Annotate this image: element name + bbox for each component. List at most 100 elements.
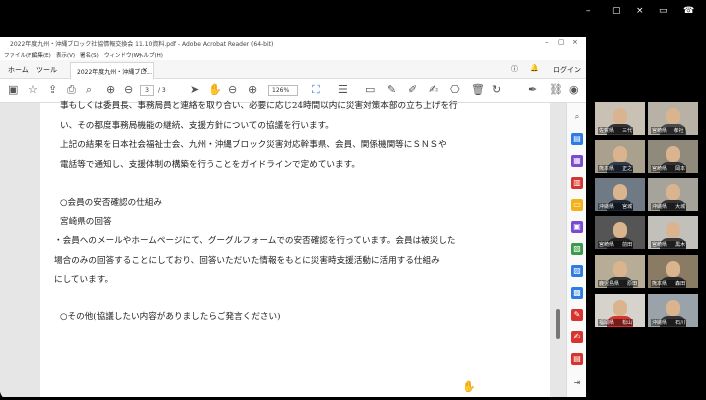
export-pdf-icon[interactable]: ▥ [571, 177, 583, 189]
participant-name: 鹿児島県 原田 [598, 280, 639, 287]
hand-cursor-icon: ✋ [462, 380, 476, 393]
doc-line: 宮崎県の回答 [60, 217, 112, 227]
tab-bar: ホーム ツール 2022年度九州・沖縄ブロ... × ⓘ 🔔 ログイン [0, 60, 586, 79]
participants-gallery: 佐賀県 三代 宮崎県 孝社 熊本県 正之 宮崎県 岡本 沖縄県 宮城 沖縄県 大… [590, 100, 706, 336]
account-icon[interactable]: ◉ [569, 84, 579, 96]
window-maximize-icon[interactable]: ▢ [558, 38, 565, 46]
close-icon[interactable]: × [636, 6, 644, 16]
participant-tile[interactable]: 宮崎県 孝社 [648, 102, 698, 135]
menu-help[interactable]: ヘルプ(H) [138, 51, 163, 59]
participant-tile[interactable]: 沖縄県 宮城 [595, 178, 645, 211]
save-icon[interactable]: ▣ [8, 84, 18, 96]
phone-icon[interactable]: ☎ [683, 6, 694, 16]
request-sign-icon[interactable]: ✍ [571, 331, 583, 343]
restore-icon[interactable]: ▢ [612, 6, 621, 16]
participant-tile[interactable]: 佐賀県 三代 [595, 102, 645, 135]
menu-bar: ファイル(F) 編集(E) 表示(V) 署名(S) ウィンドウ(W) ヘルプ(H… [0, 49, 586, 60]
participant-name: 沖縄県 大城 [651, 203, 687, 210]
hand-tool-icon[interactable]: ✋ [208, 84, 222, 96]
pdf-page: 事もしくは委員長、事務局員と連絡を取り合い、必要に応じ24時間以内に災害対策本部… [40, 101, 550, 397]
vertical-scrollbar[interactable] [554, 103, 562, 397]
bell-icon[interactable]: 🔔 [530, 64, 539, 72]
participant-tile[interactable]: 沖縄県 石川 [648, 294, 698, 327]
title-bar: 2022年度九州・沖縄ブロック社協情報交換会 11.10資料.pdf - Ado… [0, 37, 586, 49]
participant-name: 宮崎県 黒木 [651, 241, 687, 248]
fit-page-icon[interactable]: ⛶ [312, 84, 320, 96]
share-link-icon[interactable]: ⛓ [549, 84, 563, 96]
doc-line: ○会員の安否確認の仕組み [60, 198, 163, 208]
participant-video [666, 146, 680, 162]
participant-video [613, 222, 627, 238]
comment-tool-icon[interactable]: ▭ [571, 199, 583, 211]
participant-video [613, 108, 627, 124]
help-icon[interactable]: ⓘ [511, 64, 518, 74]
participant-name: 熊本県 正之 [598, 165, 634, 172]
participant-tile[interactable]: 福岡県 松山 [595, 294, 645, 327]
search-icon[interactable]: ⌕ [86, 84, 92, 96]
fill-sign-tool-icon[interactable]: ✎ [571, 309, 583, 321]
tab-tools[interactable]: ツール [36, 65, 57, 75]
participant-tile[interactable]: 宮崎県 黒木 [648, 216, 698, 249]
comment-icon[interactable]: ▭ [365, 84, 375, 96]
bookmark-icon[interactable]: ☆ [28, 84, 38, 96]
participant-name: 宮崎県 前田 [598, 241, 634, 248]
page-down-icon[interactable]: ⊖ [124, 84, 133, 96]
participant-tile[interactable]: 宮崎県 岡本 [648, 140, 698, 173]
participant-tile[interactable]: 鹿児島県 原田 [595, 255, 645, 288]
page-number-input[interactable]: 3 [140, 85, 154, 96]
create-pdf-icon[interactable]: ▤ [571, 133, 583, 145]
edit-pdf-icon[interactable]: ▧ [571, 243, 583, 255]
collapse-pane-icon[interactable]: ⇥ [571, 377, 583, 389]
participant-tile[interactable]: 熊本県 森田 [648, 255, 698, 288]
zoom-out-icon[interactable]: ⊖ [228, 84, 237, 96]
menu-window[interactable]: ウィンドウ(W) [104, 51, 141, 59]
menu-view[interactable]: 表示(V) [56, 51, 75, 59]
login-button[interactable]: ログイン [553, 65, 581, 75]
pen-icon[interactable]: ✎ [387, 84, 396, 96]
participant-name: 宮崎県 岡本 [651, 165, 687, 172]
highlight-icon[interactable]: ✐ [408, 84, 417, 96]
doc-line: にしています。 [54, 275, 114, 285]
menu-edit[interactable]: 編集(E) [32, 51, 51, 59]
zoom-in-icon[interactable]: ⊕ [248, 84, 257, 96]
screen: – ▢ × ▭ ☎ 2022年度九州・沖縄ブロック社協情報交換会 11.10資料… [0, 0, 706, 400]
scan-icon[interactable]: ▨ [571, 265, 583, 277]
tab-document-label: 2022年度九州・沖縄ブロ... [77, 69, 152, 76]
stamp-icon[interactable]: ⎔ [450, 84, 460, 96]
meeting-overlay-controls: – ▢ × ▭ ☎ [586, 6, 706, 20]
protect-icon[interactable]: ▩ [571, 287, 583, 299]
rotate-icon[interactable]: ↻ [492, 84, 501, 96]
page-up-icon[interactable]: ⊕ [106, 84, 115, 96]
doc-line: 事もしくは委員長、事務局員と連絡を取り合い、必要に応じ24時間以内に災害対策本部… [60, 101, 458, 111]
delete-icon[interactable]: 🗑 [471, 84, 485, 96]
window-minimize-icon[interactable]: – [545, 38, 549, 46]
tab-home[interactable]: ホーム [8, 65, 29, 75]
fill-sign-icon[interactable]: ✒ [528, 84, 537, 96]
participant-video [613, 146, 627, 162]
participant-name: 佐賀県 三代 [598, 127, 634, 134]
upload-icon[interactable]: ⇪ [48, 84, 57, 96]
zoom-tool-icon[interactable]: ⌕ [571, 111, 583, 123]
scroll-mode-icon[interactable]: ☰ [338, 84, 348, 96]
participant-tile[interactable]: 宮崎県 前田 [595, 216, 645, 249]
document-view[interactable]: 事もしくは委員長、事務局員と連絡を取り合い、必要に応じ24時間以内に災害対策本部… [0, 101, 566, 397]
menu-sign[interactable]: 署名(S) [80, 51, 99, 59]
sign-icon[interactable]: ✍ [429, 84, 438, 96]
participant-tile[interactable]: 熊本県 正之 [595, 140, 645, 173]
menu-file[interactable]: ファイル(F) [4, 51, 33, 59]
doc-line: い、その都度事務局機能の継続、支援方針についての協議を行います。 [60, 121, 334, 131]
window-close-icon[interactable]: × [572, 38, 578, 46]
tab-close-icon[interactable]: × [142, 66, 148, 74]
minimize-icon[interactable]: – [586, 6, 591, 16]
tab-document[interactable]: 2022年度九州・沖縄ブロ... × [70, 62, 154, 79]
participant-video [613, 300, 627, 316]
more-tools-icon[interactable]: ▤ [571, 353, 583, 365]
chat-icon[interactable]: ▭ [659, 6, 668, 16]
scroll-thumb[interactable] [556, 309, 560, 339]
organize-icon[interactable]: ▣ [571, 221, 583, 233]
zoom-level-select[interactable]: 126% [268, 85, 298, 96]
print-icon[interactable]: ⎙ [67, 84, 76, 96]
select-cursor-icon[interactable]: ➤ [190, 84, 199, 96]
participant-tile[interactable]: 沖縄県 大城 [648, 178, 698, 211]
combine-icon[interactable]: ▦ [571, 155, 583, 167]
